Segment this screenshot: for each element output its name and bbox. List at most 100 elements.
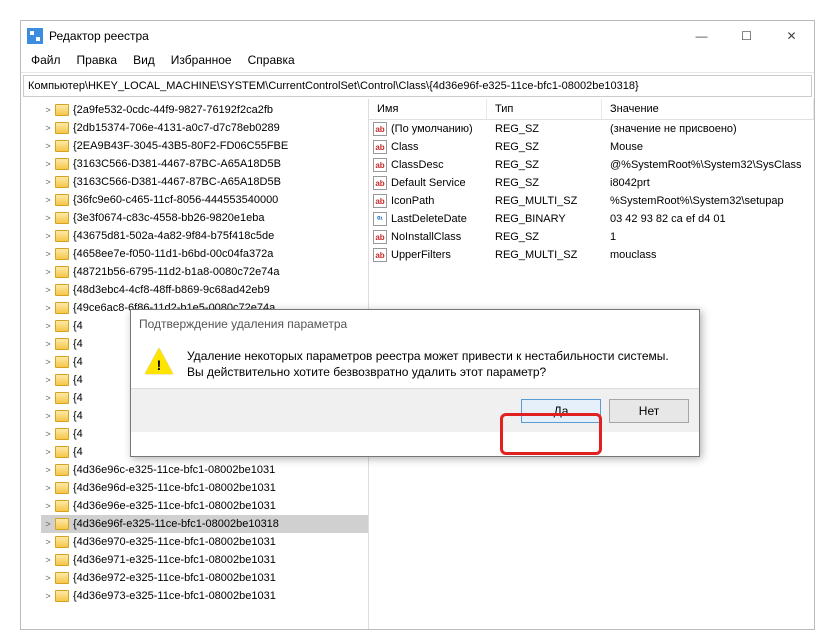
window-controls: — ☐ ✕ <box>679 21 814 51</box>
tree-item[interactable]: >{4d36e970-e325-11ce-bfc1-08002be1031 <box>41 533 368 551</box>
tree-item-label: {4d36e972-e325-11ce-bfc1-08002be1031 <box>73 572 276 584</box>
yes-button[interactable]: Да <box>521 399 601 423</box>
value-row[interactable]: ab(По умолчанию)REG_SZ(значение не присв… <box>369 120 814 138</box>
tree-item-label: {3163C566-D381-4467-87BC-A65A18D5B <box>73 158 281 170</box>
value-row[interactable]: abIconPathREG_MULTI_SZ%SystemRoot%\Syste… <box>369 192 814 210</box>
expand-icon[interactable]: > <box>41 429 55 439</box>
no-button[interactable]: Нет <box>609 399 689 423</box>
string-value-icon: ab <box>373 140 387 154</box>
value-row[interactable]: abClassREG_SZMouse <box>369 138 814 156</box>
minimize-button[interactable]: — <box>679 21 724 51</box>
value-row[interactable]: abNoInstallClassREG_SZ1 <box>369 228 814 246</box>
tree-item[interactable]: >{4d36e96c-e325-11ce-bfc1-08002be1031 <box>41 461 368 479</box>
string-value-icon: ab <box>373 194 387 208</box>
expand-icon[interactable]: > <box>41 465 55 475</box>
tree-item[interactable]: >{4d36e96d-e325-11ce-bfc1-08002be1031 <box>41 479 368 497</box>
folder-icon <box>55 518 69 530</box>
header-type[interactable]: Тип <box>487 99 602 119</box>
expand-icon[interactable]: > <box>41 339 55 349</box>
expand-icon[interactable]: > <box>41 483 55 493</box>
header-name[interactable]: Имя <box>369 99 487 119</box>
value-data: (значение не присвоено) <box>602 123 814 135</box>
folder-icon <box>55 140 69 152</box>
expand-icon[interactable]: > <box>41 177 55 187</box>
value-row[interactable]: ⁰¹LastDeleteDateREG_BINARY03 42 93 82 ca… <box>369 210 814 228</box>
expand-icon[interactable]: > <box>41 231 55 241</box>
value-type: REG_SZ <box>487 177 602 189</box>
expand-icon[interactable]: > <box>41 447 55 457</box>
value-row[interactable]: abDefault ServiceREG_SZi8042prt <box>369 174 814 192</box>
tree-item-label: {36fc9e60-c465-11cf-8056-444553540000 <box>73 194 278 206</box>
tree-item[interactable]: >{48721b56-6795-11d2-b1a8-0080c72e74a <box>41 263 368 281</box>
tree-item-label: {4 <box>73 428 83 440</box>
value-row[interactable]: abClassDescREG_SZ@%SystemRoot%\System32\… <box>369 156 814 174</box>
expand-icon[interactable]: > <box>41 141 55 151</box>
tree-item[interactable]: >{48d3ebc4-4cf8-48ff-b869-9c68ad42eb9 <box>41 281 368 299</box>
menubar: Файл Правка Вид Избранное Справка <box>21 51 814 73</box>
expand-icon[interactable]: > <box>41 555 55 565</box>
close-button[interactable]: ✕ <box>769 21 814 51</box>
tree-item[interactable]: >{4d36e971-e325-11ce-bfc1-08002be1031 <box>41 551 368 569</box>
expand-icon[interactable]: > <box>41 501 55 511</box>
value-name: Default Service <box>391 177 466 189</box>
expand-icon[interactable]: > <box>41 105 55 115</box>
expand-icon[interactable]: > <box>41 321 55 331</box>
expand-icon[interactable]: > <box>41 357 55 367</box>
address-text: Компьютер\HKEY_LOCAL_MACHINE\SYSTEM\Curr… <box>28 80 639 92</box>
tree-item[interactable]: >{4658ee7e-f050-11d1-b6bd-00c04fa372a <box>41 245 368 263</box>
menu-view[interactable]: Вид <box>125 51 163 72</box>
expand-icon[interactable]: > <box>41 375 55 385</box>
menu-fav[interactable]: Избранное <box>163 51 240 72</box>
maximize-button[interactable]: ☐ <box>724 21 769 51</box>
expand-icon[interactable]: > <box>41 123 55 133</box>
tree-item-label: {2EA9B43F-3045-43B5-80F2-FD06C55FBE <box>73 140 288 152</box>
tree-item-label: {4 <box>73 356 83 368</box>
titlebar[interactable]: Редактор реестра — ☐ ✕ <box>21 21 814 51</box>
folder-icon <box>55 212 69 224</box>
tree-item[interactable]: > {3163C566-D381-4467-87BC-A65A18D5B <box>41 173 368 191</box>
expand-icon[interactable]: > <box>41 285 55 295</box>
expand-icon[interactable]: > <box>41 249 55 259</box>
expand-icon[interactable]: > <box>41 537 55 547</box>
tree-item[interactable]: > {3163C566-D381-4467-87BC-A65A18D5B <box>41 155 368 173</box>
dialog-title[interactable]: Подтверждение удаления параметра <box>131 310 699 338</box>
header-value[interactable]: Значение <box>602 99 814 119</box>
tree-item[interactable]: > {36fc9e60-c465-11cf-8056-444553540000 <box>41 191 368 209</box>
value-data: i8042prt <box>602 177 814 189</box>
address-bar[interactable]: Компьютер\HKEY_LOCAL_MACHINE\SYSTEM\Curr… <box>23 75 812 97</box>
list-header: Имя Тип Значение <box>369 99 814 120</box>
expand-icon[interactable]: > <box>41 213 55 223</box>
tree-item[interactable]: >{43675d81-502a-4a82-9f84-b75f418c5de <box>41 227 368 245</box>
folder-icon <box>55 266 69 278</box>
expand-icon[interactable]: > <box>41 303 55 313</box>
value-data: Mouse <box>602 141 814 153</box>
value-name: LastDeleteDate <box>391 213 467 225</box>
value-name: UpperFilters <box>391 249 451 261</box>
expand-icon[interactable]: > <box>41 195 55 205</box>
tree-item[interactable]: >{3e3f0674-c83c-4558-bb26-9820e1eba <box>41 209 368 227</box>
value-row[interactable]: abUpperFiltersREG_MULTI_SZmouclass <box>369 246 814 264</box>
value-type: REG_MULTI_SZ <box>487 195 602 207</box>
dialog-footer: Да Нет <box>131 388 699 432</box>
expand-icon[interactable]: > <box>41 573 55 583</box>
menu-file[interactable]: Файл <box>23 51 69 72</box>
tree-item-label: {3163C566-D381-4467-87BC-A65A18D5B <box>73 176 281 188</box>
tree-item[interactable]: > {2EA9B43F-3045-43B5-80F2-FD06C55FBE <box>41 137 368 155</box>
expand-icon[interactable]: > <box>41 159 55 169</box>
tree-item[interactable]: > {4d36e972-e325-11ce-bfc1-08002be1031 <box>41 569 368 587</box>
tree-item[interactable]: >{2a9fe532-0cdc-44f9-9827-76192f2ca2fb <box>41 101 368 119</box>
expand-icon[interactable]: > <box>41 411 55 421</box>
menu-help[interactable]: Справка <box>240 51 303 72</box>
expand-icon[interactable]: > <box>41 393 55 403</box>
string-value-icon: ab <box>373 230 387 244</box>
expand-icon[interactable]: > <box>41 519 55 529</box>
expand-icon[interactable]: > <box>41 267 55 277</box>
tree-item[interactable]: >{4d36e973-e325-11ce-bfc1-08002be1031 <box>41 587 368 605</box>
confirm-dialog: Подтверждение удаления параметра ! Удале… <box>130 309 700 457</box>
tree-item[interactable]: >{2db15374-706e-4131-a0c7-d7c78eb0289 <box>41 119 368 137</box>
tree-item[interactable]: >{4d36e96f-e325-11ce-bfc1-08002be10318 <box>41 515 368 533</box>
tree-item[interactable]: >{4d36e96e-e325-11ce-bfc1-08002be1031 <box>41 497 368 515</box>
list-body: ab(По умолчанию)REG_SZ(значение не присв… <box>369 120 814 264</box>
expand-icon[interactable]: > <box>41 591 55 601</box>
menu-edit[interactable]: Правка <box>69 51 126 72</box>
